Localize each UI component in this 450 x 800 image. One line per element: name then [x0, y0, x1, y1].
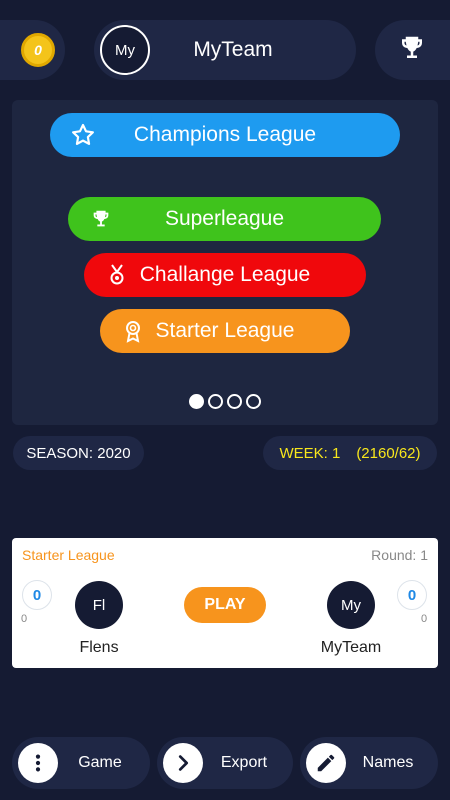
- home-team-initials: Fl: [92, 596, 106, 614]
- game-menu-button[interactable]: Game: [12, 737, 150, 789]
- page-dot[interactable]: [227, 394, 242, 409]
- page-dot[interactable]: [208, 394, 223, 409]
- season-badge: SEASON: 2020: [13, 436, 144, 470]
- week-badge: WEEK: 1 (2160/62): [263, 436, 437, 470]
- week-label: WEEK: 1: [279, 444, 341, 462]
- away-sub-score: 0: [421, 613, 428, 625]
- away-score: 0: [397, 580, 427, 610]
- home-team-badge[interactable]: Fl: [75, 581, 123, 629]
- match-league: Starter League: [22, 547, 115, 563]
- league-label: Superleague: [164, 207, 285, 230]
- play-button[interactable]: PLAY: [184, 587, 266, 623]
- league-button-champions[interactable]: Champions League: [50, 113, 400, 157]
- game-label: Game: [78, 754, 122, 771]
- match-card: Starter League Round: 1 0 0 Fl Flens PLA…: [12, 538, 438, 668]
- away-team-badge[interactable]: My: [327, 581, 375, 629]
- coin-icon: 0: [21, 33, 55, 67]
- names-label: Names: [362, 754, 414, 771]
- pencil-icon: [306, 743, 346, 783]
- home-sub-score: 0: [21, 613, 28, 625]
- chevron-right-icon: [163, 743, 203, 783]
- away-team-name: MyTeam: [320, 639, 382, 656]
- star-icon: [70, 122, 96, 148]
- award-ribbon-icon: [120, 318, 146, 344]
- match-round: Round: 1: [371, 547, 428, 563]
- league-button-superleague[interactable]: Superleague: [68, 197, 381, 241]
- league-label: Champions League: [133, 123, 317, 146]
- away-score-value: 0: [407, 586, 417, 604]
- league-button-starter[interactable]: Starter League: [100, 309, 350, 353]
- coin-balance[interactable]: 0: [0, 20, 65, 80]
- trophy-button[interactable]: [375, 20, 450, 80]
- page-indicator: [12, 394, 438, 409]
- team-avatar: My: [100, 25, 150, 75]
- week-stats: (2160/62): [356, 444, 421, 462]
- home-team-name: Flens: [79, 639, 119, 656]
- more-vertical-icon: [18, 743, 58, 783]
- trophy-icon: [397, 33, 427, 68]
- export-button[interactable]: Export: [157, 737, 293, 789]
- league-label: Challange League: [139, 263, 311, 286]
- names-button[interactable]: Names: [300, 737, 438, 789]
- team-name: MyTeam: [193, 38, 273, 61]
- page-dot[interactable]: [189, 394, 204, 409]
- team-header[interactable]: My MyTeam: [94, 20, 356, 80]
- export-label: Export: [220, 754, 268, 771]
- season-label: SEASON: 2020: [26, 444, 131, 462]
- away-team-initials: My: [341, 596, 361, 614]
- home-score: 0: [22, 580, 52, 610]
- play-label: PLAY: [204, 596, 246, 613]
- league-button-challange[interactable]: Challange League: [84, 253, 366, 297]
- trophy-icon: [88, 206, 114, 232]
- medal-icon: [104, 262, 130, 288]
- page-dot[interactable]: [246, 394, 261, 409]
- league-label: Starter League: [155, 319, 295, 342]
- coin-count: 0: [34, 42, 42, 58]
- league-panel: Champions League Superleague Challange L…: [12, 100, 438, 425]
- home-score-value: 0: [32, 586, 42, 604]
